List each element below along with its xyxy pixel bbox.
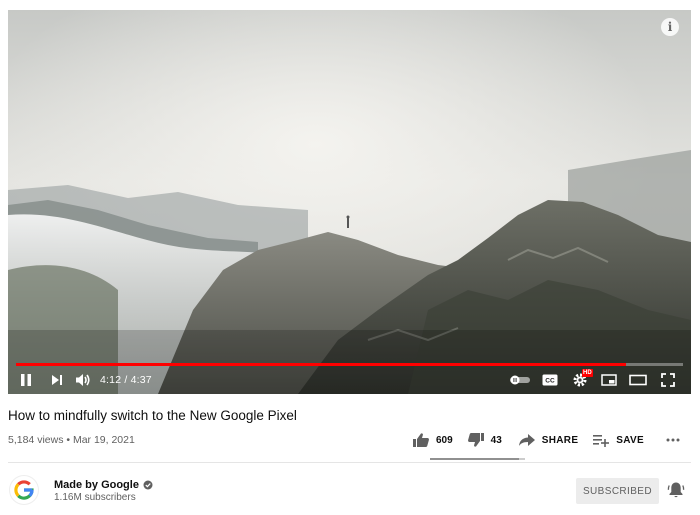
subscribe-button[interactable]: SUBSCRIBED — [576, 478, 659, 504]
video-actions: 609 43 SHARE SAVE — [412, 432, 686, 448]
video-title: How to mindfully switch to the New Googl… — [8, 408, 297, 423]
like-count: 609 — [435, 434, 453, 446]
pause-icon[interactable] — [8, 366, 44, 394]
channel-avatar[interactable] — [10, 476, 38, 504]
channel-name-row[interactable]: Made by Google — [54, 479, 153, 491]
autoplay-toggle-icon[interactable] — [505, 366, 535, 394]
subscriber-count: 1.16M subscribers — [54, 492, 136, 503]
divider — [8, 462, 691, 463]
save-label: SAVE — [616, 434, 644, 446]
theater-mode-icon[interactable] — [623, 366, 653, 394]
volume-icon[interactable] — [70, 366, 96, 394]
channel-name: Made by Google — [54, 479, 139, 491]
hd-badge: HD — [582, 369, 593, 377]
share-icon — [518, 434, 535, 446]
dislike-count: 43 — [490, 434, 502, 446]
time-display: 4:12 / 4:37 — [100, 374, 152, 386]
playlist-add-icon — [593, 435, 610, 447]
video-player[interactable]: i 4:12 / 4:37 CC HD — [8, 10, 691, 394]
sentiment-like-fill — [430, 458, 519, 460]
settings-icon[interactable]: HD — [565, 366, 595, 394]
dislike-button[interactable]: 43 — [467, 432, 502, 448]
more-actions-icon[interactable] — [666, 438, 686, 442]
sentiment-bar — [430, 458, 525, 460]
next-icon[interactable] — [44, 366, 70, 394]
share-label: SHARE — [541, 434, 579, 446]
save-button[interactable]: SAVE — [592, 433, 644, 447]
thumb-down-icon — [467, 433, 484, 447]
google-logo-icon — [14, 480, 34, 500]
info-icon[interactable]: i — [661, 18, 679, 36]
verified-check-icon — [143, 480, 153, 490]
fullscreen-icon[interactable] — [653, 366, 683, 394]
cc-label: CC — [545, 378, 555, 385]
miniplayer-icon[interactable] — [595, 366, 623, 394]
like-button[interactable]: 609 — [412, 432, 453, 448]
share-button[interactable]: SHARE — [518, 433, 579, 447]
video-meta: 5,184 views • Mar 19, 2021 — [8, 434, 135, 446]
notification-bell-icon[interactable] — [667, 481, 685, 504]
thumb-up-icon — [412, 433, 429, 447]
player-controls: 4:12 / 4:37 CC HD — [8, 366, 691, 394]
video-frame — [8, 10, 691, 394]
captions-icon[interactable]: CC — [535, 366, 565, 394]
